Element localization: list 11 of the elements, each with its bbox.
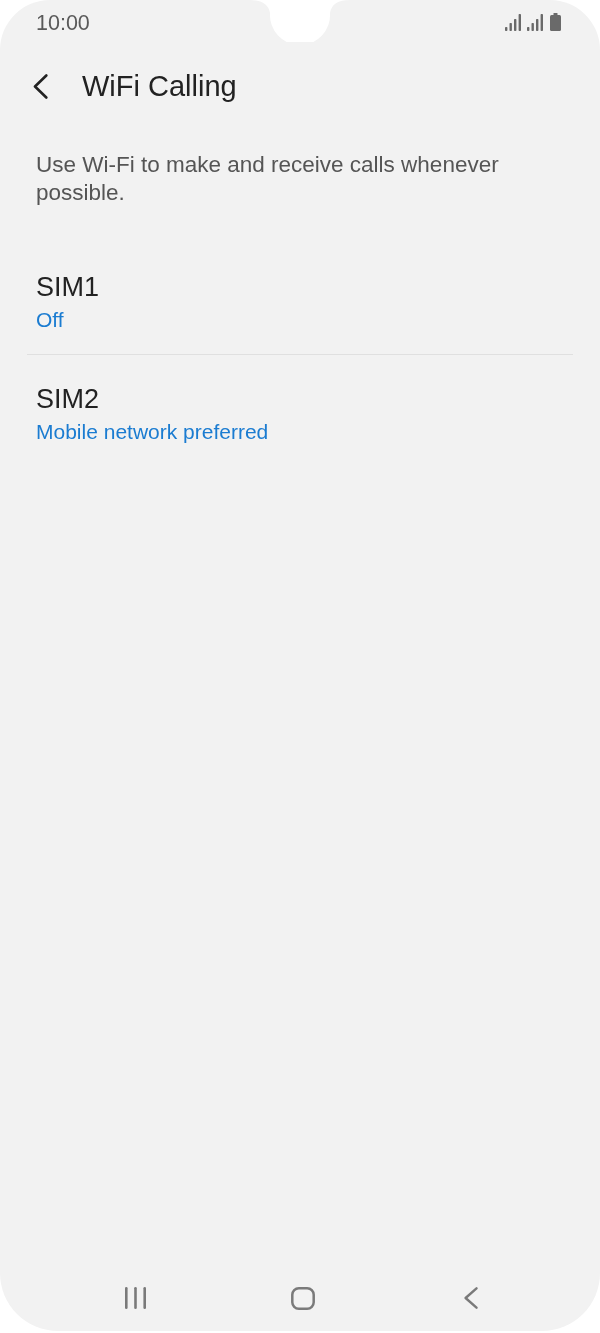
settings-list-item[interactable]: SIM2 Mobile network preferred bbox=[0, 355, 600, 466]
battery-icon bbox=[550, 13, 561, 31]
back-icon[interactable] bbox=[33, 73, 48, 99]
recent-apps-icon[interactable] bbox=[124, 1287, 146, 1309]
status-time: 10:00 bbox=[36, 9, 90, 36]
page-title: WiFi Calling bbox=[82, 69, 237, 104]
settings-list-item[interactable]: SIM1 Off bbox=[0, 243, 600, 354]
signal-icon bbox=[527, 13, 543, 31]
description-text: Use Wi-Fi to make and receive calls whenever possible. bbox=[36, 151, 500, 207]
home-icon[interactable] bbox=[291, 1286, 315, 1310]
signal-icon bbox=[505, 13, 521, 31]
